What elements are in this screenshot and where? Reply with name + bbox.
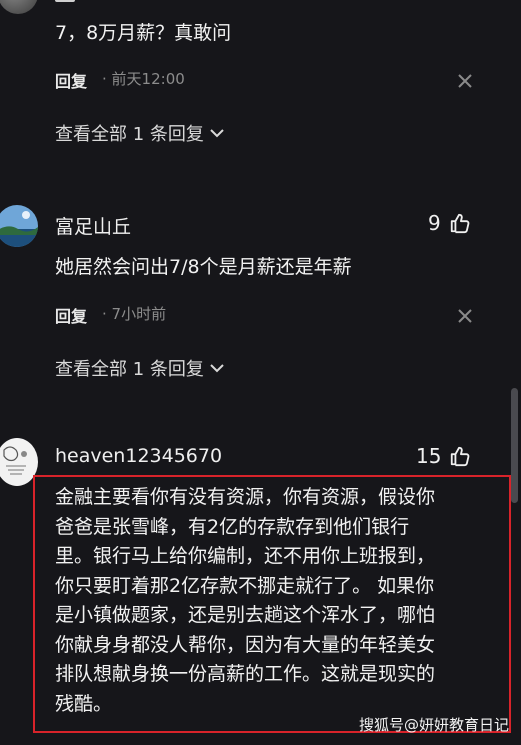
username-partial bbox=[55, 0, 75, 2]
comment-3-text-line: 你只要盯着那2亿存款不挪走就行了。 如果你 bbox=[55, 574, 435, 597]
close-icon-svg bbox=[458, 74, 472, 88]
comment-2-like-button[interactable]: 9 bbox=[428, 211, 471, 235]
comment-3-like-button[interactable]: 15 bbox=[416, 444, 471, 468]
comment-2-time: · 7小时前 bbox=[102, 305, 167, 323]
comment-1-time: · 前天12:00 bbox=[102, 70, 185, 88]
comment-2-time-value: 7小时前 bbox=[111, 305, 167, 323]
comment-3-text-line: 爸爸是张雪峰，有2亿的存款存到他们银行 bbox=[55, 515, 410, 538]
comment-2-view-replies[interactable]: 查看全部 1 条回复 bbox=[55, 355, 224, 381]
comment-1-view-replies-label: 查看全部 1 条回复 bbox=[55, 124, 204, 145]
comment-2-text: 她居然会问出7/8个是月薪还是年薪 bbox=[55, 256, 352, 278]
thumbs-up-icon bbox=[451, 446, 470, 467]
comment-1-text: 7，8万月薪？真敢问 bbox=[55, 22, 232, 44]
comment-3-text: 金融主要看你有没有资源，你有资源，假设你 爸爸是张雪峰，有2亿的存款存到他们银行… bbox=[55, 483, 505, 719]
thumbs-up-icon bbox=[450, 213, 470, 234]
chevron-down-icon bbox=[210, 364, 224, 373]
close-icon[interactable] bbox=[456, 307, 474, 325]
avatar-comment-1[interactable] bbox=[0, 0, 38, 14]
comment-1-time-value: 前天12:00 bbox=[111, 70, 185, 88]
close-icon-svg bbox=[458, 309, 472, 323]
comment-3-text-line: 排队想献身换一份高薪的工作。这就是现实的 bbox=[55, 663, 436, 685]
comment-1-reply-button[interactable]: 回复 bbox=[55, 68, 87, 92]
close-icon[interactable] bbox=[456, 72, 474, 90]
scrollbar-thumb[interactable] bbox=[511, 388, 518, 503]
comment-2-reply-button[interactable]: 回复 bbox=[55, 303, 87, 327]
comment-3-text-line: 你献身身都没人帮你，因为有大量的年轻美女 bbox=[55, 633, 436, 656]
comment-3-like-count: 15 bbox=[416, 444, 442, 468]
landscape-avatar-image bbox=[0, 205, 38, 247]
comment-1-view-replies[interactable]: 查看全部 1 条回复 bbox=[55, 120, 224, 146]
comment-3-text-line: 金融主要看你有没有资源，你有资源，假设你 bbox=[55, 486, 436, 508]
comment-3-username[interactable]: heaven12345670 bbox=[55, 445, 222, 467]
comment-3-text-line: 里。银行马上给你编制，还不用你上班报到， bbox=[55, 545, 436, 567]
comment-3-text-line: 是小镇做题家，还是别去趟这个浑水了，哪怕 bbox=[55, 604, 436, 626]
comment-2-view-replies-label: 查看全部 1 条回复 bbox=[55, 359, 204, 380]
comment-2-like-count: 9 bbox=[428, 211, 441, 235]
comment-2-username[interactable]: 富足山丘 bbox=[55, 212, 131, 239]
chevron-down-icon bbox=[210, 129, 224, 138]
avatar-comment-2[interactable] bbox=[0, 205, 38, 247]
watermark: 搜狐号@妍妍教育日记 bbox=[358, 716, 509, 734]
